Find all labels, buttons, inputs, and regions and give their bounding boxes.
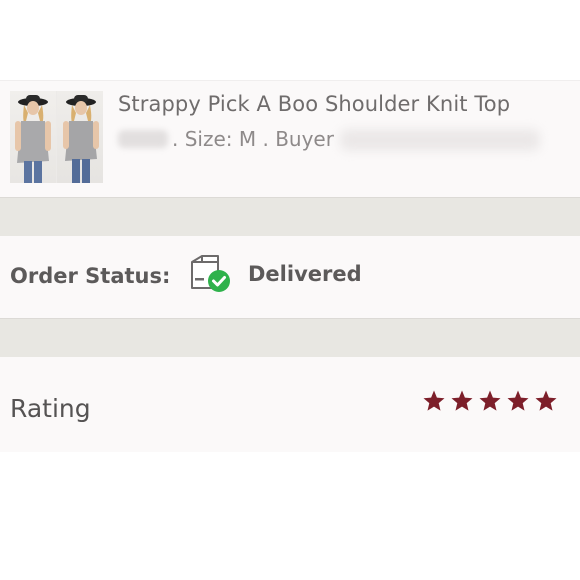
star-icon bbox=[423, 390, 445, 411]
order-status-value: Delivered bbox=[248, 262, 362, 286]
section-divider bbox=[0, 318, 580, 358]
product-model-image-left bbox=[10, 91, 56, 183]
blurred-price bbox=[118, 130, 168, 148]
star-icon bbox=[451, 390, 473, 411]
order-status-label: Order Status: bbox=[10, 264, 171, 288]
section-divider bbox=[0, 197, 580, 237]
rating-stars bbox=[422, 389, 558, 413]
top-whitespace bbox=[0, 0, 580, 80]
product-title[interactable]: Strappy Pick A Boo Shoulder Knit Top bbox=[118, 92, 510, 116]
bottom-whitespace bbox=[0, 452, 580, 580]
product-size-text: . Size: M . Buyer bbox=[172, 127, 334, 151]
rating-label: Rating bbox=[10, 394, 91, 423]
order-status-row: Order Status: Delivered bbox=[0, 236, 580, 318]
blurred-buyer-name bbox=[340, 129, 540, 151]
star-icon bbox=[535, 390, 557, 411]
product-size-buyer: . Size: M . Buyer bbox=[118, 127, 334, 151]
rating-row: Rating bbox=[0, 357, 580, 452]
star-icon bbox=[479, 390, 501, 411]
delivered-box-check-icon bbox=[188, 254, 234, 294]
product-thumbnail[interactable] bbox=[10, 91, 103, 183]
product-row[interactable]: Strappy Pick A Boo Shoulder Knit Top . S… bbox=[0, 80, 580, 198]
star-icon bbox=[507, 390, 529, 411]
order-details-page: Strappy Pick A Boo Shoulder Knit Top . S… bbox=[0, 0, 580, 580]
product-model-image-right bbox=[57, 91, 103, 183]
